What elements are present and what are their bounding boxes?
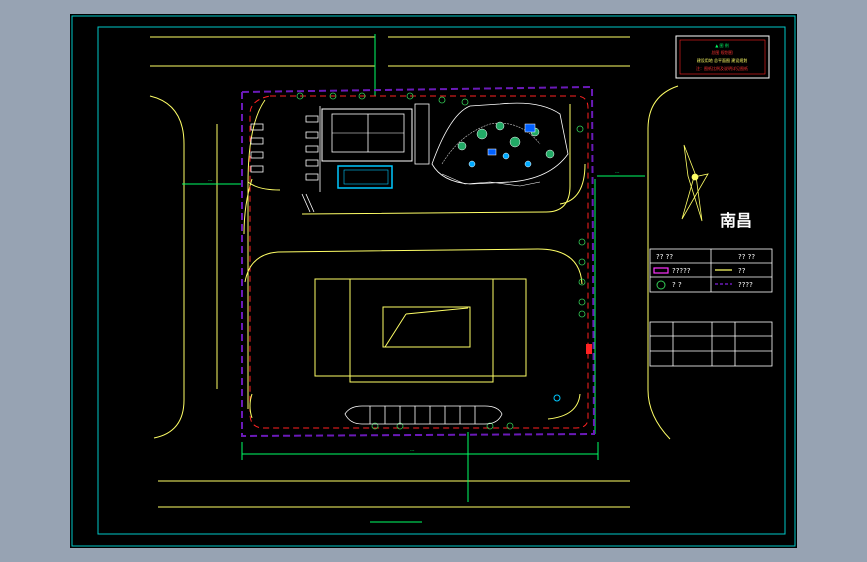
trees: [296, 92, 586, 430]
site-boundary: [241, 85, 596, 438]
legend-row3-right: ????: [738, 281, 753, 289]
legend-swatch-tree: [656, 280, 666, 290]
legend-swatch-magenta: [653, 267, 669, 274]
title-line-2: 总图 规划图: [711, 49, 732, 55]
road-network: [149, 36, 679, 508]
legend-row2-right: ??: [738, 267, 746, 275]
shop-row: [344, 405, 503, 425]
swimming-pool: [337, 165, 393, 189]
well-marker: [553, 394, 561, 402]
legend-header-left: ?? ??: [656, 253, 673, 261]
main-building-core: [349, 278, 494, 383]
city-label: 南昌: [720, 211, 752, 230]
title-line-3: 建设用地 总平面图 建设规划: [697, 57, 748, 63]
site-plan-drawing: --- --- --- ▲ 图 例 总图 规划图 建设用地 总平面图 建设规划 …: [71, 15, 796, 547]
tennis-court: [321, 108, 413, 162]
atrium-diagonal: [384, 313, 407, 348]
pool-inner: [343, 169, 389, 185]
legend-row2-left: ?????: [672, 267, 691, 275]
landscape-garden: [414, 102, 569, 187]
drawing-sheet: --- --- --- ▲ 图 例 总图 规划图 建设用地 总平面图 建设规划 …: [70, 14, 797, 548]
legend-row3-left: ? ?: [672, 281, 682, 289]
road-label-left: ---: [208, 178, 213, 183]
atrium: [382, 306, 471, 348]
title-line-4: 注：图纸比例及说明详见图纸: [696, 65, 748, 71]
legend-header-right: ?? ??: [738, 253, 755, 261]
north-arrow-icon: [681, 144, 709, 222]
atrium-diagonal-2: [405, 307, 469, 315]
setback-line: [249, 95, 589, 429]
road-label-bottom: ---: [410, 448, 415, 453]
main-building: [314, 278, 527, 377]
title-line-1: ▲ 图 例: [715, 42, 729, 48]
parking-stalls: [250, 106, 321, 213]
entrance-marker: [586, 344, 592, 354]
data-table: [649, 321, 773, 367]
road-label-right: ---: [615, 170, 620, 175]
